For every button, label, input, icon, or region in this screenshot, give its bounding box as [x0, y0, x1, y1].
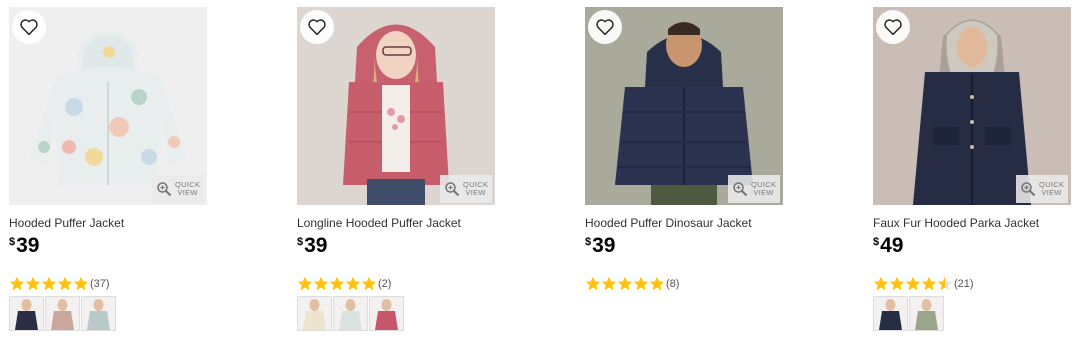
product-price: $39 [585, 234, 783, 260]
product-image[interactable]: QUICK VIEW [873, 7, 1071, 205]
star-icon [633, 276, 649, 290]
quick-view-button[interactable]: QUICK VIEW [1016, 175, 1068, 203]
price-amount: 49 [880, 234, 904, 257]
swatch-thumbnail [303, 299, 326, 330]
quick-view-label: QUICK VIEW [751, 180, 777, 197]
currency-symbol: $ [585, 236, 592, 248]
quick-view-button[interactable]: QUICK VIEW [152, 175, 204, 203]
review-count: (2) [378, 277, 392, 290]
color-swatch[interactable] [909, 296, 944, 331]
product-price: $39 [297, 234, 495, 260]
star-icon [601, 276, 617, 290]
star-icon [873, 276, 889, 290]
price-amount: 39 [16, 234, 40, 257]
star-rating [585, 276, 665, 292]
color-swatches [873, 296, 1071, 331]
star-rating [873, 276, 953, 292]
magnifier-icon [1021, 182, 1036, 197]
review-count: (37) [90, 277, 110, 290]
product-title[interactable]: Faux Fur Hooded Parka Jacket [873, 216, 1071, 231]
swatch-thumbnail [375, 299, 398, 330]
star-icon [57, 276, 73, 290]
product-image[interactable]: QUICK VIEW [585, 7, 783, 205]
wishlist-button[interactable] [12, 10, 46, 44]
product-rating[interactable]: (8) [585, 275, 783, 292]
star-icon [585, 276, 601, 290]
swatch-thumbnail [879, 299, 902, 330]
swatch-thumbnail [87, 299, 110, 330]
star-icon [313, 276, 329, 290]
star-icon [905, 276, 921, 290]
heart-icon [20, 19, 38, 36]
currency-symbol: $ [9, 236, 16, 248]
wishlist-button[interactable] [300, 10, 334, 44]
swatch-thumbnail [15, 299, 38, 330]
star-icon [297, 276, 313, 290]
color-swatches [9, 296, 207, 331]
heart-icon [596, 19, 614, 36]
star-icon [9, 276, 25, 290]
star-icon [889, 276, 905, 290]
product-title[interactable]: Hooded Puffer Jacket [9, 216, 207, 231]
price-amount: 39 [592, 234, 616, 257]
quick-view-button[interactable]: QUICK VIEW [440, 175, 492, 203]
product-grid: QUICKVIEW Hooded Puffer Jacket $39 (37) [9, 7, 1071, 331]
star-icon [617, 276, 633, 290]
star-icon [345, 276, 361, 290]
color-swatch[interactable] [297, 296, 332, 331]
quick-view-label: QUICK VIEW [463, 180, 489, 197]
product-price: $39 [9, 234, 207, 260]
product-title[interactable]: Longline Hooded Puffer Jacket [297, 216, 495, 231]
swatch-thumbnail [915, 299, 938, 330]
product-card: QUICK VIEW Hooded Puffer Dinosaur Jacket … [585, 7, 783, 331]
heart-icon [884, 19, 902, 36]
wishlist-button[interactable] [588, 10, 622, 44]
star-icon [329, 276, 345, 290]
color-swatch[interactable] [81, 296, 116, 331]
price-amount: 39 [304, 234, 328, 257]
wishlist-button[interactable] [876, 10, 910, 44]
star-rating [297, 276, 377, 292]
product-image[interactable]: QUICK VIEW [297, 7, 495, 205]
quick-view-label: QUICK VIEW [175, 180, 201, 197]
product-image[interactable]: QUICK VIEW [9, 7, 207, 205]
magnifier-icon [157, 182, 172, 197]
star-icon [25, 276, 41, 290]
product-card: QUICK VIEW Longline Hooded Puffer Jacket … [297, 7, 495, 331]
quick-view-button[interactable]: QUICK VIEW [728, 175, 780, 203]
color-swatches [585, 296, 783, 331]
star-icon [41, 276, 57, 290]
review-count: (8) [666, 277, 680, 290]
color-swatch[interactable] [333, 296, 368, 331]
star-icon [73, 276, 89, 290]
magnifier-icon [445, 182, 460, 197]
color-swatch[interactable] [45, 296, 80, 331]
star-icon [937, 276, 953, 290]
product-card: QUICK VIEW Hooded Puffer Jacket $39 (37) [9, 7, 207, 331]
currency-symbol: $ [297, 236, 304, 248]
star-rating [9, 276, 89, 292]
product-price: $49 [873, 234, 1071, 260]
product-title[interactable]: Hooded Puffer Dinosaur Jacket [585, 216, 783, 231]
product-rating[interactable]: (21) [873, 275, 1071, 292]
color-swatch[interactable] [873, 296, 908, 331]
review-count: (21) [954, 277, 974, 290]
magnifier-icon [733, 182, 748, 197]
color-swatches [297, 296, 495, 331]
currency-symbol: $ [873, 236, 880, 248]
star-icon [361, 276, 377, 290]
star-icon [649, 276, 665, 290]
color-swatch[interactable] [9, 296, 44, 331]
swatch-thumbnail [51, 299, 74, 330]
product-rating[interactable]: (37) [9, 275, 207, 292]
star-icon [921, 276, 937, 290]
color-swatch[interactable] [369, 296, 404, 331]
heart-icon [308, 19, 326, 36]
product-card: QUICK VIEW Faux Fur Hooded Parka Jacket $… [873, 7, 1071, 331]
quick-view-label: QUICK VIEW [1039, 180, 1065, 197]
swatch-thumbnail [339, 299, 362, 330]
product-rating[interactable]: (2) [297, 275, 495, 292]
